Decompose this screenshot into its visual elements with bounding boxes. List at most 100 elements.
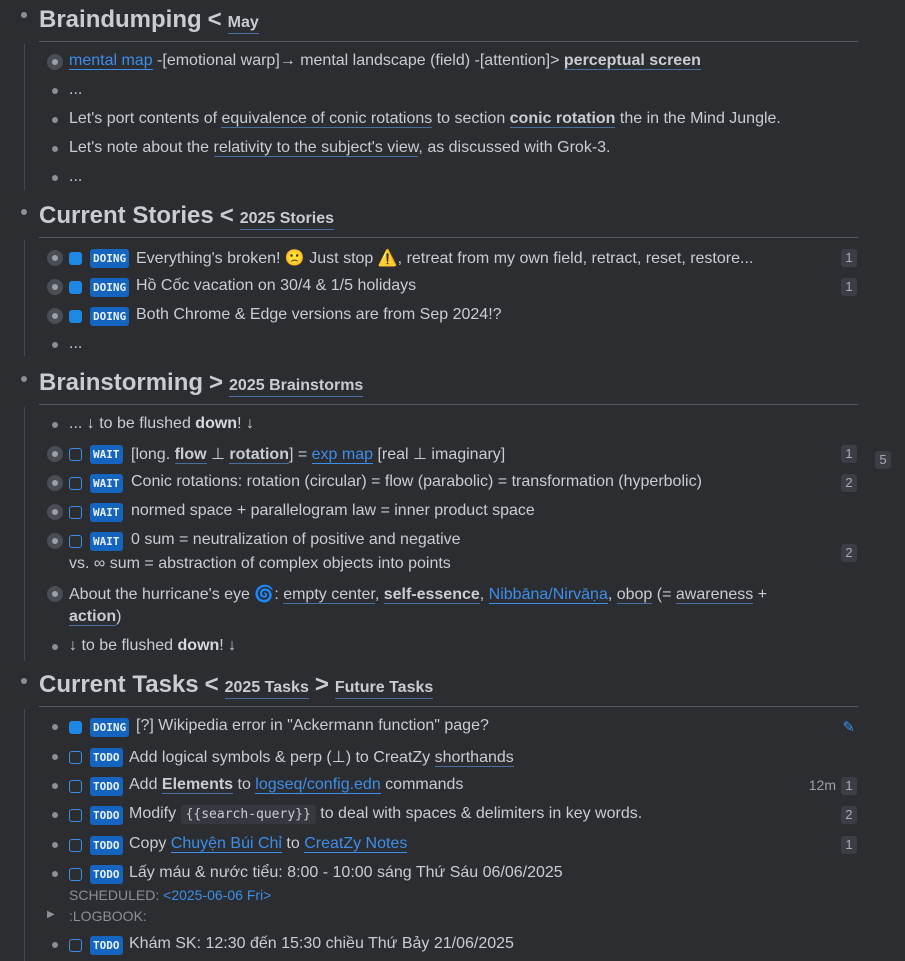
child-count-badge[interactable]: 2 [841, 544, 857, 562]
page-ref-2025-brainstorms[interactable]: 2025 Brainstorms [229, 377, 364, 397]
bullet[interactable] [52, 88, 58, 94]
bullet[interactable] [52, 724, 58, 730]
doing-checkbox[interactable] [69, 281, 82, 294]
doing-marker[interactable]: DOING [90, 307, 130, 326]
bullet[interactable] [52, 644, 58, 650]
page-ref-relativity[interactable]: relativity to the subject's view [213, 139, 419, 157]
task-checkbox[interactable] [69, 809, 82, 822]
page-ref-2025-stories[interactable]: 2025 Stories [239, 210, 334, 230]
page-ref-future-tasks[interactable]: Future Tasks [334, 679, 434, 699]
wait-marker[interactable]: WAIT [90, 445, 123, 464]
task-block[interactable]: DOING Hồ Cốc vacation on 30/4 & 1/5 holi… [0, 275, 905, 301]
collapsed-bullet[interactable] [47, 533, 63, 549]
bullet[interactable] [52, 842, 58, 848]
task-block[interactable]: WAIT [long. flow ⊥ rotation] = exp map [… [0, 442, 905, 468]
doing-checkbox[interactable] [69, 310, 82, 323]
bullet[interactable] [52, 871, 58, 877]
child-count-badge[interactable]: 1 [841, 445, 857, 463]
wait-marker[interactable]: WAIT [90, 503, 123, 522]
collapsed-bullet[interactable] [47, 279, 63, 295]
task-block[interactable]: TODO Add logical symbols & perp (⊥) to C… [0, 745, 905, 771]
child-count-badge[interactable]: 2 [841, 474, 857, 492]
block[interactable]: ... [0, 166, 905, 192]
block[interactable]: ... [0, 79, 905, 105]
heading-bullet[interactable] [21, 209, 27, 215]
collapsed-bullet[interactable] [47, 250, 63, 266]
task-checkbox[interactable] [69, 448, 82, 461]
page-link-nibbana[interactable]: Nibbāna/Nirvāṇa [488, 586, 608, 604]
page-ref-equivalence[interactable]: equivalence of conic rotations [221, 110, 433, 128]
child-count-badge[interactable]: 1 [841, 836, 857, 854]
bullet[interactable] [52, 117, 58, 123]
block[interactable]: ↓ to be flushed down! ↓ [0, 635, 905, 661]
page-ref-shorthands[interactable]: shorthands [434, 749, 514, 767]
page-ref-may[interactable]: May [227, 14, 259, 34]
task-checkbox[interactable] [69, 780, 82, 793]
page-link-creatzy-notes[interactable]: CreatZy Notes [304, 835, 408, 853]
bullet[interactable] [52, 783, 58, 789]
task-checkbox[interactable] [69, 939, 82, 952]
page-ref-2025-tasks[interactable]: 2025 Tasks [224, 679, 309, 699]
page-ref-self-essence[interactable]: self-essence [383, 586, 480, 604]
page-ref-flow[interactable]: flow [174, 446, 207, 464]
task-checkbox[interactable] [69, 751, 82, 764]
task-checkbox[interactable] [69, 868, 82, 881]
page-ref-awareness[interactable]: awareness [675, 586, 754, 604]
logbook-drawer[interactable]: :LOGBOOK: [69, 908, 147, 924]
doing-marker[interactable]: DOING [90, 718, 130, 737]
block[interactable]: About the hurricane's eye 🌀: empty cente… [0, 582, 905, 632]
page-link-mental-map[interactable]: mental map [69, 52, 153, 70]
block[interactable]: ... [0, 333, 905, 359]
bullet[interactable] [52, 175, 58, 181]
page-link-exp-map[interactable]: exp map [311, 446, 374, 464]
doing-marker[interactable]: DOING [90, 249, 130, 268]
task-block[interactable]: DOING Everything's broken! 🙁 Just stop ⚠… [0, 246, 905, 272]
bullet[interactable] [52, 942, 58, 948]
collapsed-bullet[interactable] [47, 504, 63, 520]
todo-marker[interactable]: TODO [90, 865, 123, 884]
page-ref-rotation[interactable]: rotation [229, 446, 289, 464]
task-block[interactable]: TODO Add Elements to logseq/config.edn c… [0, 774, 905, 800]
bullet[interactable] [52, 812, 58, 818]
page-link-chuyen-bui-chi[interactable]: Chuyện Búi Chỉ [170, 835, 282, 853]
page-ref-action[interactable]: action [69, 608, 117, 626]
bullet[interactable] [52, 422, 58, 428]
task-checkbox[interactable] [69, 477, 82, 490]
task-block[interactable]: TODO Copy Chuyện Búi Chỉ to CreatZy Note… [0, 833, 905, 859]
scheduled-date[interactable]: <2025-06-06 Fri> [163, 887, 271, 903]
page-link-config-edn[interactable]: logseq/config.edn [255, 776, 381, 794]
page-ref-empty-center[interactable]: empty center [283, 586, 375, 604]
wait-marker[interactable]: WAIT [90, 474, 123, 493]
task-checkbox[interactable] [69, 506, 82, 519]
bullet[interactable] [52, 146, 58, 152]
block[interactable]: Let's port contents of equivalence of co… [0, 108, 905, 134]
collapsed-bullet[interactable] [47, 446, 63, 462]
todo-marker[interactable]: TODO [90, 836, 123, 855]
heading-bullet[interactable] [21, 678, 27, 684]
task-block[interactable]: TODO Khám SK: 12:30 đến 15:30 chiều Thứ … [0, 933, 905, 959]
collapsed-bullet[interactable] [47, 308, 63, 324]
child-count-badge[interactable]: 2 [841, 806, 857, 824]
task-block[interactable]: WAIT Conic rotations: rotation (circular… [0, 471, 905, 497]
task-checkbox[interactable] [69, 535, 82, 548]
page-ref-elements[interactable]: Elements [161, 776, 234, 794]
task-block[interactable]: DOING Both Chrome & Edge versions are fr… [0, 304, 905, 330]
wait-marker[interactable]: WAIT [90, 532, 123, 551]
task-block[interactable]: TODO Lấy máu & nước tiểu: 8:00 - 10:00 s… [0, 862, 905, 926]
child-count-badge[interactable]: 1 [841, 249, 857, 267]
task-block[interactable]: WAIT 0 sum = neutralization of positive … [0, 529, 905, 579]
todo-marker[interactable]: TODO [90, 748, 123, 767]
bullet[interactable] [52, 754, 58, 760]
doing-checkbox[interactable] [69, 721, 82, 734]
page-ref-perceptual-screen[interactable]: perceptual screen [563, 52, 701, 70]
task-block[interactable]: TODO Modify {{search-query}} to deal wit… [0, 803, 905, 829]
task-block[interactable]: DOING [?] Wikipedia error in "Ackermann … [0, 715, 905, 741]
page-ref-obop[interactable]: obop [616, 586, 653, 604]
heading-bullet[interactable] [21, 376, 27, 382]
collapsed-bullet[interactable] [47, 475, 63, 491]
task-checkbox[interactable] [69, 839, 82, 852]
todo-marker[interactable]: TODO [90, 936, 123, 955]
block[interactable]: Let's note about the relativity to the s… [0, 137, 905, 163]
edit-pencil-icon[interactable]: ✎ [842, 718, 855, 736]
collapsed-bullet[interactable] [47, 54, 63, 70]
